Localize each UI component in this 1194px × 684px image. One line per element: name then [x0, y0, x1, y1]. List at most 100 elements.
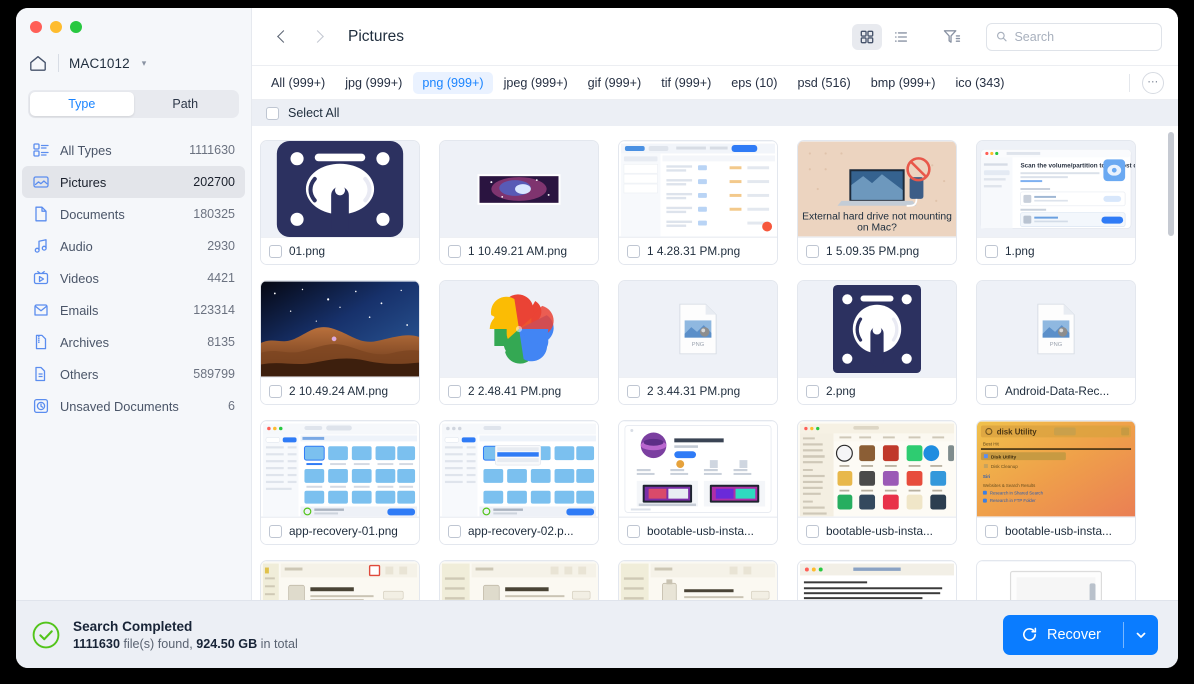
installer-usb-thumbnail: [619, 561, 777, 600]
file-card[interactable]: app-recovery-02.p...: [439, 420, 599, 545]
file-thumbnail: [977, 561, 1135, 600]
file-checkbox[interactable]: [448, 525, 461, 538]
svg-text:on Mac?: on Mac?: [857, 222, 897, 233]
sidebar-item-others[interactable]: Others 589799: [22, 358, 245, 390]
file-card[interactable]: bootable-usb-insta...: [797, 420, 957, 545]
file-checkbox[interactable]: [627, 525, 640, 538]
hard-drive-icon: [261, 141, 419, 237]
grid-view-icon: [859, 29, 875, 45]
file-thumbnail: [440, 421, 598, 517]
zoom-button[interactable]: [70, 21, 82, 33]
file-checkbox[interactable]: [985, 525, 998, 538]
sidebar-item-documents[interactable]: Documents 180325: [22, 198, 245, 230]
filter-tab-bmp[interactable]: bmp (999+): [862, 72, 945, 94]
tab-path[interactable]: Path: [134, 92, 238, 116]
file-card[interactable]: 1 10.49.21 AM.png: [439, 140, 599, 265]
file-name: 1 4.28.31 PM.png: [647, 244, 740, 258]
more-options-icon[interactable]: ⋯: [1142, 72, 1164, 94]
minimize-button[interactable]: [50, 21, 62, 33]
sidebar-item-label: Others: [60, 367, 183, 382]
file-card[interactable]: [618, 560, 778, 600]
file-checkbox[interactable]: [627, 385, 640, 398]
type-path-segmented-control[interactable]: Type Path: [28, 90, 239, 118]
list-view-button[interactable]: [886, 24, 916, 50]
filter-tab-all[interactable]: All (999+): [262, 72, 334, 94]
sidebar-item-all-types[interactable]: All Types 1111630: [22, 134, 245, 166]
chevron-down-icon[interactable]: ▾: [142, 58, 147, 69]
select-all-row[interactable]: Select All: [252, 100, 1178, 126]
view-toggle: [852, 24, 916, 50]
file-thumbnail: [261, 561, 419, 600]
file-card[interactable]: External hard drive not mounting on Mac?…: [797, 140, 957, 265]
sidebar-item-label: Documents: [60, 207, 183, 222]
search-box[interactable]: [986, 23, 1162, 51]
file-card[interactable]: [976, 560, 1136, 600]
file-caption: 2.png: [798, 377, 956, 404]
close-button[interactable]: [30, 21, 42, 33]
svg-text:External hard drive not mounti: External hard drive not mounting: [802, 212, 952, 223]
file-card[interactable]: 2.png: [797, 280, 957, 405]
sidebar-item-videos[interactable]: Videos 4421: [22, 262, 245, 294]
file-card[interactable]: Scan the volume/partition to find lost d…: [976, 140, 1136, 265]
recover-dropdown-button[interactable]: [1124, 615, 1158, 655]
sidebar-item-emails[interactable]: Emails 123314: [22, 294, 245, 326]
file-card[interactable]: PNG 2 3.44.31 PM.png: [618, 280, 778, 405]
svg-text:Disk Cleanup: Disk Cleanup: [991, 464, 1018, 469]
sidebar-item-label: Videos: [60, 271, 197, 286]
file-card[interactable]: [797, 560, 957, 600]
file-checkbox[interactable]: [269, 385, 282, 398]
sidebar-item-count: 4421: [207, 271, 235, 285]
file-checkbox[interactable]: [806, 385, 819, 398]
sidebar-item-pictures[interactable]: Pictures 202700: [22, 166, 245, 198]
file-card[interactable]: [439, 560, 599, 600]
file-checkbox[interactable]: [985, 245, 998, 258]
filter-tab-gif[interactable]: gif (999+): [579, 72, 651, 94]
file-card[interactable]: 01.png: [260, 140, 420, 265]
sidebar-item-count: 123314: [193, 303, 235, 317]
file-card[interactable]: [260, 560, 420, 600]
file-card[interactable]: 2 10.49.24 AM.png: [260, 280, 420, 405]
filter-tab-jpg[interactable]: jpg (999+): [336, 72, 411, 94]
file-type-filter-tabs: All (999+) jpg (999+) png (999+) jpeg (9…: [252, 66, 1178, 100]
recover-button[interactable]: Recover: [1003, 615, 1123, 655]
file-grid: 01.png: [252, 126, 1178, 600]
filter-tab-tif[interactable]: tif (999+): [652, 72, 720, 94]
file-card[interactable]: disk Utility Best Hit Disk Utility Disk …: [976, 420, 1136, 545]
file-checkbox[interactable]: [448, 385, 461, 398]
tab-type[interactable]: Type: [30, 92, 134, 116]
file-checkbox[interactable]: [448, 245, 461, 258]
file-name: 1 5.09.35 PM.png: [826, 244, 919, 258]
filter-tab-png[interactable]: png (999+): [413, 72, 492, 94]
filter-tab-jpeg[interactable]: jpeg (999+): [495, 72, 577, 94]
filter-tab-ico[interactable]: ico (343): [946, 72, 1013, 94]
filter-tab-psd[interactable]: psd (516): [788, 72, 859, 94]
back-button[interactable]: [266, 22, 300, 52]
file-checkbox[interactable]: [806, 245, 819, 258]
refresh-icon: [1021, 626, 1038, 643]
recover-button-group[interactable]: Recover: [1003, 615, 1158, 655]
file-checkbox[interactable]: [627, 245, 640, 258]
file-thumbnail: [440, 561, 598, 600]
file-checkbox[interactable]: [806, 525, 819, 538]
host-selector[interactable]: MAC1012 ▾: [16, 46, 251, 80]
sidebar-item-audio[interactable]: Audio 2930: [22, 230, 245, 262]
sidebar-item-unsaved-documents[interactable]: Unsaved Documents 6: [22, 390, 245, 422]
grid-view-button[interactable]: [852, 24, 882, 50]
file-card[interactable]: PNG Android-Data-Rec...: [976, 280, 1136, 405]
file-checkbox[interactable]: [985, 385, 998, 398]
sidebar-item-archives[interactable]: Archives 8135: [22, 326, 245, 358]
filter-button[interactable]: [934, 24, 968, 50]
file-card[interactable]: 1 4.28.31 PM.png: [618, 140, 778, 265]
vertical-scrollbar[interactable]: [1168, 132, 1174, 236]
forward-button[interactable]: [300, 22, 334, 52]
select-all-checkbox[interactable]: [266, 107, 279, 120]
filter-tab-eps[interactable]: eps (10): [722, 72, 786, 94]
file-card[interactable]: app-recovery-01.png: [260, 420, 420, 545]
file-checkbox[interactable]: [269, 525, 282, 538]
file-card[interactable]: bootable-usb-insta...: [618, 420, 778, 545]
file-checkbox[interactable]: [269, 245, 282, 258]
search-input[interactable]: [1014, 30, 1152, 44]
file-card[interactable]: 2 2.48.41 PM.png: [439, 280, 599, 405]
file-name: 1 10.49.21 AM.png: [468, 244, 567, 258]
audio-icon: [32, 237, 50, 255]
